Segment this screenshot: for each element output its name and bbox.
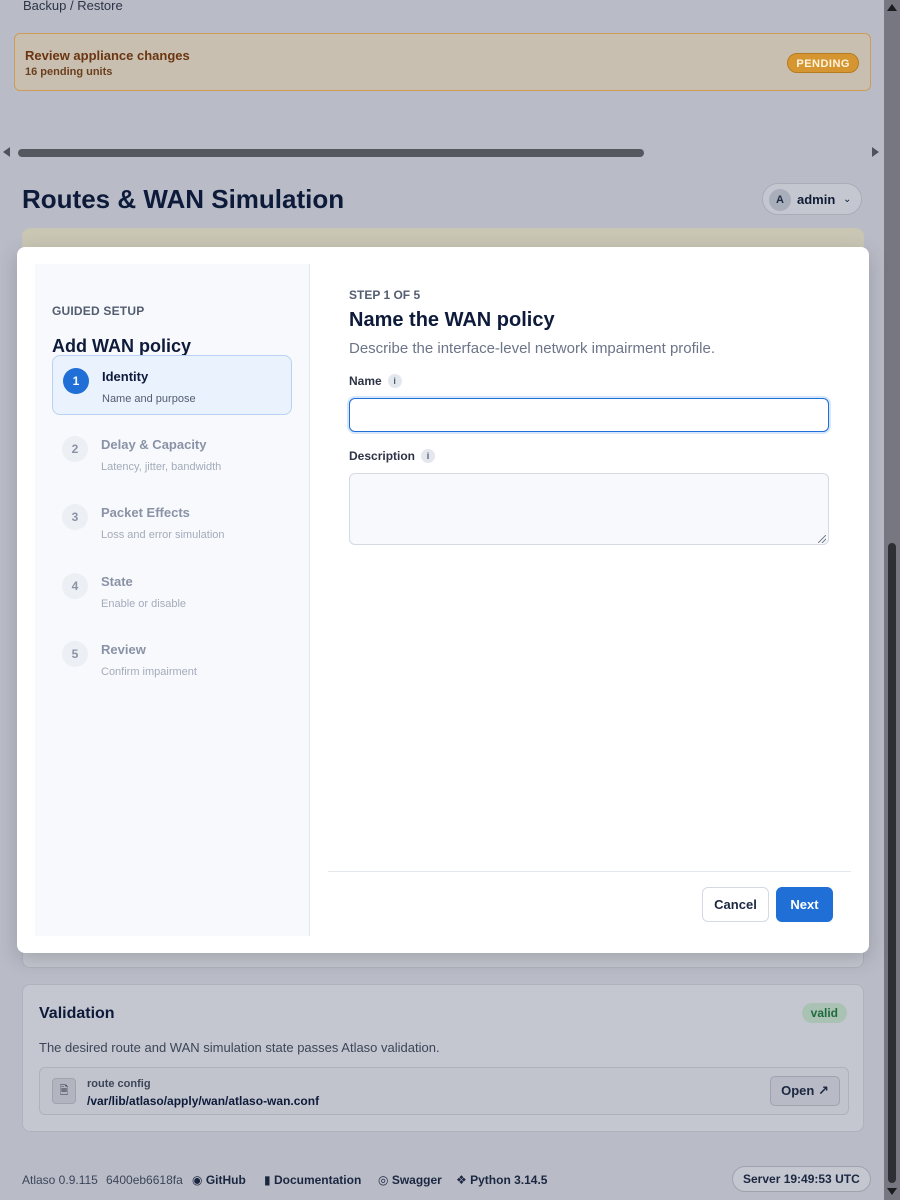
name-label-text: Name xyxy=(349,374,382,388)
footer: Atlaso 0.9.115 6400eb6618fa ◉ GitHub ▮ D… xyxy=(22,1166,871,1192)
vertical-scrollbar[interactable] xyxy=(884,0,900,1200)
scroll-down-arrow-icon[interactable] xyxy=(887,1188,897,1195)
info-icon[interactable]: i xyxy=(421,449,436,463)
step-number-badge: 5 xyxy=(62,641,88,667)
github-link[interactable]: ◉ GitHub xyxy=(192,1173,246,1187)
python-version-label: Python 3.14.5 xyxy=(470,1173,548,1187)
wizard-step-packet-effects[interactable]: 3 Packet Effects Loss and error simulati… xyxy=(52,492,292,552)
wizard-step-identity[interactable]: 1 Identity Name and purpose xyxy=(52,355,292,415)
avatar: A xyxy=(769,189,791,211)
swagger-link[interactable]: ◎ Swagger xyxy=(378,1173,442,1187)
wizard-kicker: GUIDED SETUP xyxy=(52,304,145,318)
validation-description: The desired route and WAN simulation sta… xyxy=(39,1040,440,1055)
modal-footer-divider xyxy=(328,871,851,872)
validation-title: Validation xyxy=(39,1005,115,1022)
horizontal-scrollbar[interactable] xyxy=(0,143,884,163)
step-title: Name the WAN policy xyxy=(349,309,555,331)
pending-changes-banner[interactable]: Review appliance changes 16 pending unit… xyxy=(14,33,871,91)
config-path: /var/lib/atlaso/apply/wan/atlaso-wan.con… xyxy=(87,1094,320,1108)
horizontal-scroll-thumb[interactable] xyxy=(18,149,644,157)
validation-status-badge: valid xyxy=(801,1003,847,1023)
validation-card: Validation valid The desired route and W… xyxy=(22,984,864,1132)
info-icon[interactable]: i xyxy=(387,374,402,388)
step-subtitle: Loss and error simulation xyxy=(101,529,225,541)
user-menu-button[interactable]: A admin ⌄ xyxy=(762,183,862,215)
python-icon: ❖ xyxy=(456,1173,467,1187)
name-field-label: Name i xyxy=(349,374,402,388)
wizard-title: Add WAN policy xyxy=(52,336,191,356)
step-name: Packet Effects xyxy=(101,505,190,520)
documentation-link[interactable]: ▮ Documentation xyxy=(264,1173,361,1187)
wizard-step-delay-capacity[interactable]: 2 Delay & Capacity Latency, jitter, band… xyxy=(52,424,292,484)
step-name: State xyxy=(101,574,133,589)
add-wan-policy-modal: GUIDED SETUP Add WAN policy 1 Identity N… xyxy=(17,247,869,953)
step-name: Review xyxy=(101,642,146,657)
routes-card-warning-strip xyxy=(22,228,864,248)
pending-status-badge: PENDING xyxy=(787,53,859,73)
step-number-badge: 2 xyxy=(62,436,88,462)
pending-banner-title: Review appliance changes xyxy=(25,48,190,63)
github-link-label: GitHub xyxy=(205,1173,246,1187)
swagger-icon: ◎ xyxy=(378,1173,389,1187)
documentation-link-label: Documentation xyxy=(273,1173,362,1187)
username-label: admin xyxy=(797,192,836,207)
wizard-step-state[interactable]: 4 State Enable or disable xyxy=(52,561,292,621)
github-icon: ◉ xyxy=(192,1173,203,1187)
breadcrumb[interactable]: Backup / Restore xyxy=(23,0,123,13)
swagger-link-label: Swagger xyxy=(391,1173,442,1187)
wizard-step-sidebar: GUIDED SETUP Add WAN policy 1 Identity N… xyxy=(35,264,310,936)
file-icon: 🗎 xyxy=(52,1078,76,1104)
step-name: Delay & Capacity xyxy=(101,437,207,452)
scroll-left-arrow-icon[interactable] xyxy=(3,147,10,157)
step-number-badge: 1 xyxy=(63,368,89,394)
step-description: Describe the interface-level network imp… xyxy=(349,340,715,357)
server-time-badge: Server 19:49:53 UTC xyxy=(732,1166,871,1192)
footer-version: Atlaso 0.9.115 xyxy=(22,1173,98,1187)
step-subtitle: Enable or disable xyxy=(101,598,187,610)
step-subtitle: Name and purpose xyxy=(102,393,196,405)
vertical-scroll-thumb[interactable] xyxy=(888,543,896,1183)
step-subtitle: Confirm impairment xyxy=(101,666,197,678)
route-config-row: 🗎 route config /var/lib/atlaso/apply/wan… xyxy=(39,1067,849,1115)
open-config-button[interactable]: Open ↗ xyxy=(770,1076,840,1106)
step-number-badge: 4 xyxy=(62,573,88,599)
page-title: Routes & WAN Simulation xyxy=(22,184,345,214)
config-label: route config xyxy=(87,1078,151,1090)
footer-commit: 6400eb6618fa xyxy=(106,1173,183,1187)
description-field-label: Description i xyxy=(349,449,436,463)
document-icon: ▮ xyxy=(264,1173,271,1187)
wizard-step-review[interactable]: 5 Review Confirm impairment xyxy=(52,629,292,689)
step-number-badge: 3 xyxy=(62,504,88,530)
resize-grip-icon[interactable] xyxy=(818,535,826,543)
description-label-text: Description xyxy=(349,449,416,463)
step-name: Identity xyxy=(102,369,149,384)
name-input[interactable] xyxy=(349,398,829,432)
python-version: ❖ Python 3.14.5 xyxy=(456,1173,547,1187)
description-textarea[interactable] xyxy=(349,473,829,545)
scroll-up-arrow-icon[interactable] xyxy=(887,4,897,11)
step-subtitle: Latency, jitter, bandwidth xyxy=(101,461,222,473)
step-indicator: STEP 1 OF 5 xyxy=(349,288,421,302)
scroll-right-arrow-icon[interactable] xyxy=(872,147,879,157)
next-button[interactable]: Next xyxy=(776,887,833,922)
pending-banner-subtitle: 16 pending units xyxy=(25,66,113,78)
chevron-down-icon: ⌄ xyxy=(843,194,852,205)
cancel-button[interactable]: Cancel xyxy=(702,887,769,922)
